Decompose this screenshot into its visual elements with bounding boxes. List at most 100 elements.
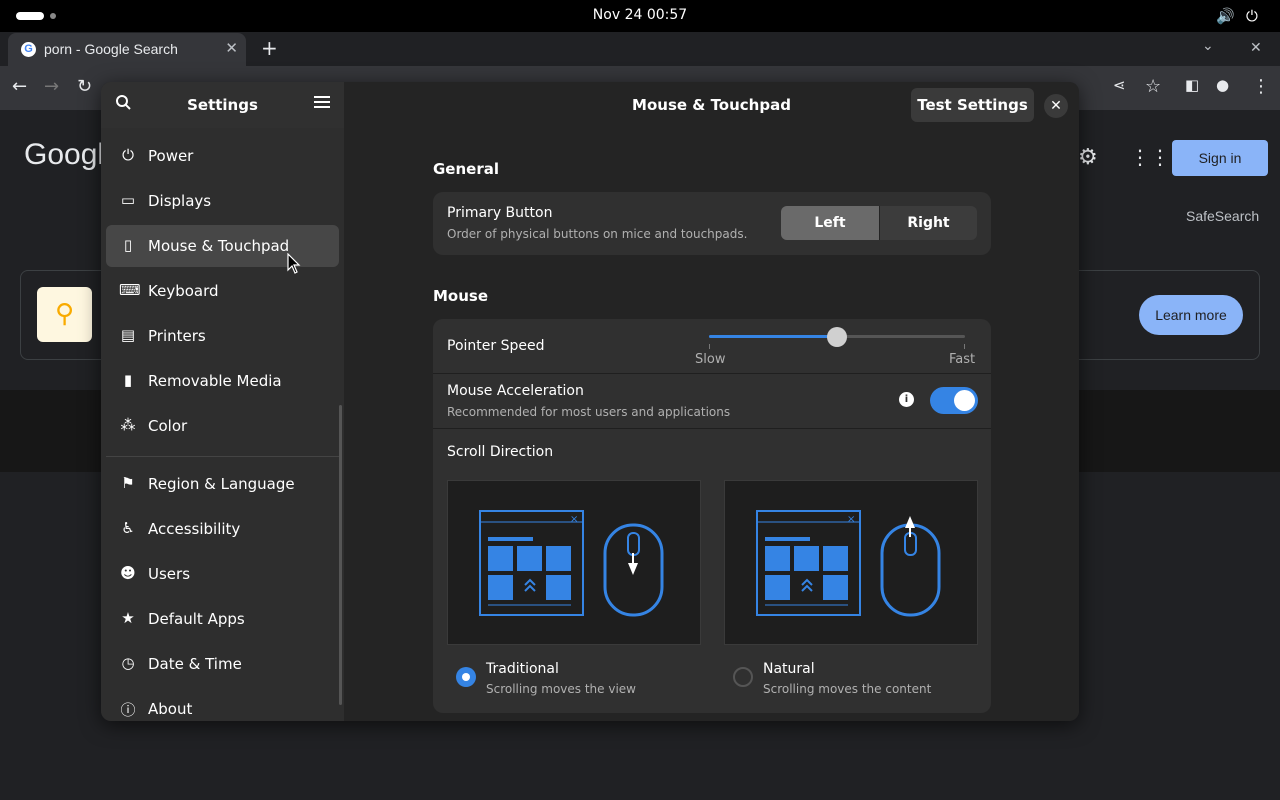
row-divider	[433, 373, 991, 374]
clock-icon: ◷	[121, 654, 135, 672]
test-settings-button[interactable]: Test Settings	[911, 88, 1034, 122]
traditional-scroll-illustration[interactable]: ×	[447, 480, 701, 645]
clock[interactable]: Nov 24 00:57	[0, 7, 1280, 23]
sidebar-item-label: Keyboard	[148, 282, 219, 300]
sidebar-item-users[interactable]: ☻ Users	[106, 553, 339, 595]
sidebar-item-removable-media[interactable]: ▮ Removable Media	[106, 360, 339, 402]
slider-tick	[964, 344, 965, 349]
sign-in-button[interactable]: Sign in	[1172, 140, 1268, 176]
info-icon[interactable]: i	[899, 392, 914, 407]
general-heading: General	[433, 160, 499, 178]
sidebar-item-label: Date & Time	[148, 655, 242, 673]
traditional-radio[interactable]	[456, 667, 476, 687]
power-icon[interactable]: ⏻	[1246, 7, 1258, 25]
sidebar-header: Settings	[101, 82, 344, 128]
display-icon: ▭	[120, 191, 136, 209]
tab-title: porn - Google Search	[44, 41, 178, 57]
svg-text:×: ×	[847, 514, 855, 525]
primary-button-title: Primary Button	[447, 205, 553, 221]
close-window-icon[interactable]: ✕	[1250, 40, 1262, 56]
sidebar-item-about[interactable]: ⓘ About	[106, 688, 339, 721]
sidebar-item-color[interactable]: ⁂ Color	[106, 405, 339, 447]
slider-knob[interactable]	[827, 327, 847, 347]
sidebar-title: Settings	[187, 96, 258, 114]
hamburger-menu-icon[interactable]	[314, 94, 330, 114]
settings-window: Settings ⏻ Power ▭ Displays ▯ Mouse & To…	[101, 82, 1079, 721]
bookmark-star-icon[interactable]: ☆	[1145, 76, 1161, 97]
reload-icon[interactable]: ↻	[77, 76, 92, 97]
sidebar-item-date-time[interactable]: ◷ Date & Time	[106, 643, 339, 685]
close-icon[interactable]: ✕	[1044, 94, 1068, 118]
tab-search-icon[interactable]: ⌄	[1202, 38, 1214, 54]
mouse-cursor-icon	[287, 252, 301, 279]
sidebar-item-label: Mouse & Touchpad	[148, 237, 290, 255]
sidebar-item-label: Printers	[148, 327, 206, 345]
side-panel-icon[interactable]: ◧	[1185, 76, 1199, 94]
sidebar-separator	[106, 456, 339, 457]
primary-button-toggle-group: Left Right	[781, 206, 977, 240]
apps-grid-icon[interactable]: ⋮⋮	[1130, 145, 1170, 169]
back-icon[interactable]: ←	[12, 76, 27, 97]
new-tab-button[interactable]: +	[261, 36, 278, 60]
sidebar-item-label: Accessibility	[148, 520, 241, 538]
usb-icon: ▮	[123, 371, 133, 389]
sidebar-item-label: Color	[148, 417, 188, 435]
sidebar-item-displays[interactable]: ▭ Displays	[106, 180, 339, 222]
accessibility-icon: ♿	[121, 519, 135, 537]
learn-more-button[interactable]: Learn more	[1139, 295, 1243, 335]
keyboard-icon: ⌨	[119, 281, 141, 299]
printer-icon: ▤	[120, 326, 136, 344]
share-icon[interactable]: ⋖	[1113, 76, 1126, 94]
profile-icon[interactable]: ●	[1216, 76, 1229, 94]
mouse-acceleration-subtitle: Recommended for most users and applicati…	[447, 405, 731, 419]
sidebar-item-keyboard[interactable]: ⌨ Keyboard	[106, 270, 339, 312]
google-logo[interactable]: Googl	[24, 138, 104, 172]
browser-tab[interactable]: G porn - Google Search ✕	[8, 33, 246, 66]
menu-icon[interactable]: ⋮	[1252, 76, 1270, 97]
sidebar-item-label: Default Apps	[148, 610, 245, 628]
sidebar-item-label: Removable Media	[148, 372, 282, 390]
close-tab-icon[interactable]: ✕	[225, 39, 238, 57]
sidebar-item-printers[interactable]: ▤ Printers	[106, 315, 339, 357]
left-button[interactable]: Left	[781, 206, 879, 240]
sidebar-item-label: About	[148, 700, 193, 718]
gear-icon[interactable]: ⚙	[1078, 145, 1098, 170]
sidebar-item-mouse-touchpad[interactable]: ▯ Mouse & Touchpad	[106, 225, 339, 267]
sidebar-item-power[interactable]: ⏻ Power	[106, 135, 339, 177]
primary-button-card: Primary Button Order of physical buttons…	[433, 192, 991, 255]
natural-label: Natural	[763, 661, 815, 677]
settings-sidebar: Settings ⏻ Power ▭ Displays ▯ Mouse & To…	[101, 82, 344, 721]
row-divider	[433, 428, 991, 429]
star-icon: ★	[121, 609, 135, 627]
sidebar-item-label: Displays	[148, 192, 212, 210]
volume-icon[interactable]: 🔊	[1216, 7, 1235, 25]
power-icon: ⏻	[122, 146, 134, 164]
google-favicon-icon: G	[21, 42, 36, 57]
sidebar-item-label: Users	[148, 565, 191, 583]
natural-subtitle: Scrolling moves the content	[763, 682, 932, 696]
mouse-acceleration-switch[interactable]	[930, 387, 978, 414]
color-icon: ⁂	[120, 416, 136, 434]
pointer-speed-label: Pointer Speed	[447, 338, 545, 354]
slider-fill	[709, 335, 837, 338]
slider-tick	[709, 344, 710, 349]
right-button[interactable]: Right	[879, 206, 977, 240]
sidebar-item-label: Power	[148, 147, 194, 165]
mouse-card: Pointer Speed Slow Fast Mouse Accelerati…	[433, 319, 991, 713]
settings-content: Mouse & Touchpad Test Settings ✕ General…	[344, 82, 1079, 721]
mouse-acceleration-label: Mouse Acceleration	[447, 383, 584, 399]
sidebar-scrollbar[interactable]	[339, 405, 342, 705]
safesearch-link[interactable]: SafeSearch	[1186, 208, 1259, 224]
sidebar-item-accessibility[interactable]: ♿ Accessibility	[106, 508, 339, 550]
natural-radio[interactable]	[733, 667, 753, 687]
fast-label: Fast	[949, 352, 976, 367]
mouse-heading: Mouse	[433, 287, 489, 305]
sidebar-item-label: Region & Language	[148, 475, 295, 493]
natural-scroll-illustration[interactable]: ×	[724, 480, 978, 645]
search-icon: ⚲	[37, 287, 92, 342]
sidebar-item-region-language[interactable]: ⚑ Region & Language	[106, 463, 339, 505]
scroll-direction-label: Scroll Direction	[447, 444, 554, 460]
sidebar-item-default-apps[interactable]: ★ Default Apps	[106, 598, 339, 640]
top-bar: Nov 24 00:57 🔊 ⏻	[0, 0, 1280, 32]
forward-icon[interactable]: →	[44, 76, 59, 97]
